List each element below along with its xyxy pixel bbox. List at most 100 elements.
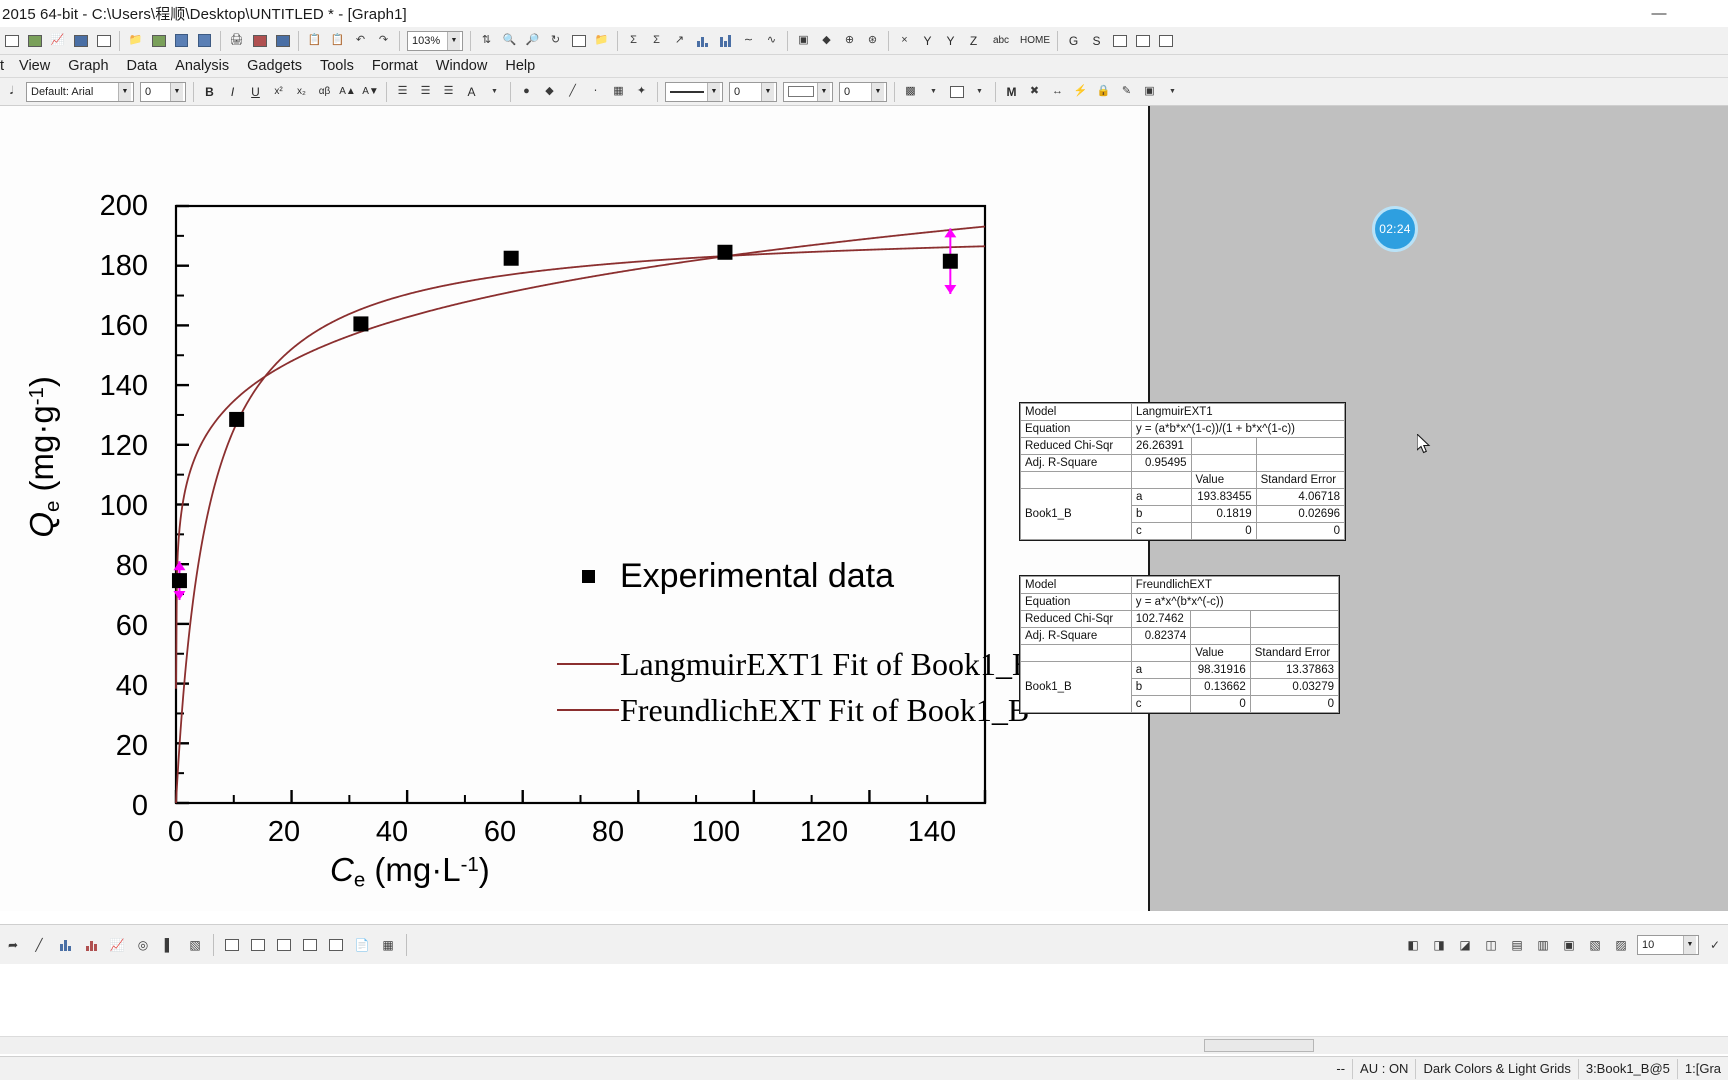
- data-reader-icon[interactable]: ⊛: [862, 30, 883, 52]
- hide-show-icon[interactable]: ✖: [1024, 81, 1045, 103]
- bring-front-icon[interactable]: ▧: [1583, 932, 1607, 958]
- histogram-plot-icon[interactable]: [79, 932, 103, 958]
- save-template-icon[interactable]: [194, 30, 215, 52]
- shape-combo[interactable]: 0 ▼: [839, 81, 887, 102]
- chevron-down-icon[interactable]: ▼: [1162, 81, 1183, 103]
- restore-button[interactable]: [1682, 0, 1728, 27]
- align-left-object-icon[interactable]: ◧: [1401, 932, 1425, 958]
- annotate-icon[interactable]: ✎: [1116, 81, 1137, 103]
- new-layout-icon[interactable]: [93, 30, 114, 52]
- column-plot-icon[interactable]: [53, 932, 77, 958]
- chevron-down-icon[interactable]: ▼: [118, 82, 131, 101]
- line-width-combo[interactable]: 0 ▼: [729, 81, 777, 102]
- greek-s-icon[interactable]: S: [1086, 30, 1107, 52]
- status-graph[interactable]: 1:[Gra: [1676, 1058, 1728, 1079]
- greek-g-icon[interactable]: G: [1063, 30, 1084, 52]
- increase-font-icon[interactable]: A▲: [337, 81, 358, 103]
- home-icon[interactable]: HOME: [1018, 30, 1052, 52]
- chevron-down-icon[interactable]: ▼: [761, 82, 774, 101]
- mask-icon[interactable]: ◆: [816, 30, 837, 52]
- layout-5-icon[interactable]: [324, 932, 348, 958]
- add-object-icon[interactable]: ▣: [1139, 81, 1160, 103]
- data-point-marker[interactable]: [942, 253, 958, 269]
- chevron-down-icon[interactable]: ▼: [170, 82, 183, 101]
- distribute-v-icon[interactable]: ▥: [1531, 932, 1555, 958]
- font-size-combo[interactable]: 0 ▼: [140, 81, 186, 102]
- menu-item-data[interactable]: Data: [118, 56, 167, 76]
- zoom-level-combo[interactable]: 103% ▼: [407, 30, 463, 51]
- fill-color-combo[interactable]: ▼: [783, 81, 833, 102]
- align-center-object-icon[interactable]: ◨: [1427, 932, 1451, 958]
- area-plot-icon[interactable]: ▧: [183, 932, 207, 958]
- column-chart-icon[interactable]: [715, 30, 736, 52]
- bold-button[interactable]: B: [199, 81, 220, 103]
- text-tool-icon[interactable]: 𝅘𝅥: [1, 81, 22, 103]
- chevron-down-icon[interactable]: ▼: [923, 81, 944, 103]
- duplicate-icon[interactable]: [568, 30, 589, 52]
- apply-size-icon[interactable]: ✓: [1703, 932, 1727, 958]
- minimize-button[interactable]: —: [1636, 0, 1682, 27]
- status-book[interactable]: 3:Book1_B@5: [1577, 1058, 1677, 1079]
- new-workbook-icon[interactable]: [24, 30, 45, 52]
- redo-icon[interactable]: ↷: [373, 30, 394, 52]
- align-right-icon[interactable]: ☰: [438, 81, 459, 103]
- align-left-icon[interactable]: ☰: [392, 81, 413, 103]
- page-size-combo[interactable]: 10 ▼: [1637, 934, 1699, 955]
- new-matrix-icon[interactable]: [70, 30, 91, 52]
- layout-1-icon[interactable]: [220, 932, 244, 958]
- line-sample-combo[interactable]: ▼: [665, 81, 723, 102]
- undo-icon[interactable]: ↶: [350, 30, 371, 52]
- layer-add-icon[interactable]: [1109, 30, 1130, 52]
- align-center-icon[interactable]: ☰: [415, 81, 436, 103]
- distribute-h-icon[interactable]: ▤: [1505, 932, 1529, 958]
- superscript-icon[interactable]: x²: [268, 81, 289, 103]
- chevron-down-icon[interactable]: ▼: [1683, 935, 1696, 954]
- align-top-object-icon[interactable]: ◫: [1479, 932, 1503, 958]
- lock-icon[interactable]: 🔒: [1093, 81, 1114, 103]
- new-graph-icon[interactable]: 📈: [47, 30, 68, 52]
- horizontal-scrollbar[interactable]: [0, 1036, 1728, 1054]
- menu-item-format[interactable]: Format: [363, 56, 427, 76]
- menu-item-edit[interactable]: t: [0, 56, 10, 76]
- menu-item-view[interactable]: View: [10, 56, 59, 76]
- scrollbar-thumb[interactable]: [1204, 1039, 1314, 1052]
- chevron-down-icon[interactable]: ▼: [484, 81, 505, 103]
- screen-reader-icon[interactable]: ⊕: [839, 30, 860, 52]
- project-explorer-icon[interactable]: 📁: [591, 30, 612, 52]
- print-icon[interactable]: 🖨: [226, 30, 247, 52]
- chevron-down-icon[interactable]: ▼: [871, 82, 884, 101]
- abc-icon[interactable]: abc: [986, 30, 1016, 52]
- pointer-tool-icon[interactable]: ➦: [1, 932, 25, 958]
- pattern-icon[interactable]: ▦: [608, 81, 629, 103]
- histogram-icon[interactable]: [692, 30, 713, 52]
- chevron-down-icon[interactable]: ▼: [707, 82, 720, 101]
- symbol-pick-icon[interactable]: ◆: [539, 81, 560, 103]
- stats-icon[interactable]: Σ: [646, 30, 667, 52]
- symbol-gallery-icon[interactable]: ●: [516, 81, 537, 103]
- plot-area[interactable]: [0, 106, 1150, 911]
- move-layer-icon[interactable]: ↔: [1047, 81, 1068, 103]
- layout-3-icon[interactable]: [272, 932, 296, 958]
- contour-icon[interactable]: ▦: [376, 932, 400, 958]
- layout-4-icon[interactable]: [298, 932, 322, 958]
- subscript-icon[interactable]: x₂: [291, 81, 312, 103]
- style-combo[interactable]: Default: Arial ▼: [26, 81, 134, 102]
- chevron-down-icon[interactable]: ▼: [817, 82, 830, 101]
- data-point-marker[interactable]: [717, 244, 733, 260]
- fit-result-table-freundlich[interactable]: Model FreundlichEXT Equation y = a*x^(b*…: [1019, 575, 1340, 714]
- data-point-marker[interactable]: [353, 316, 369, 332]
- sigma-icon[interactable]: Σ: [623, 30, 644, 52]
- menu-item-gadgets[interactable]: Gadgets: [238, 56, 311, 76]
- import-wizard-icon[interactable]: [249, 30, 270, 52]
- menu-item-tools[interactable]: Tools: [311, 56, 363, 76]
- open-excel-icon[interactable]: [148, 30, 169, 52]
- data-selector-icon[interactable]: ▣: [793, 30, 814, 52]
- font-color-icon[interactable]: A: [461, 81, 482, 103]
- import-ascii-icon[interactable]: [272, 30, 293, 52]
- star-icon[interactable]: ✦: [631, 81, 652, 103]
- set-z-icon[interactable]: Z: [963, 30, 984, 52]
- set-x-icon[interactable]: Y: [917, 30, 938, 52]
- rescale-icon[interactable]: ⇅: [476, 30, 497, 52]
- data-point-marker[interactable]: [229, 411, 245, 427]
- underline-button[interactable]: U: [245, 81, 266, 103]
